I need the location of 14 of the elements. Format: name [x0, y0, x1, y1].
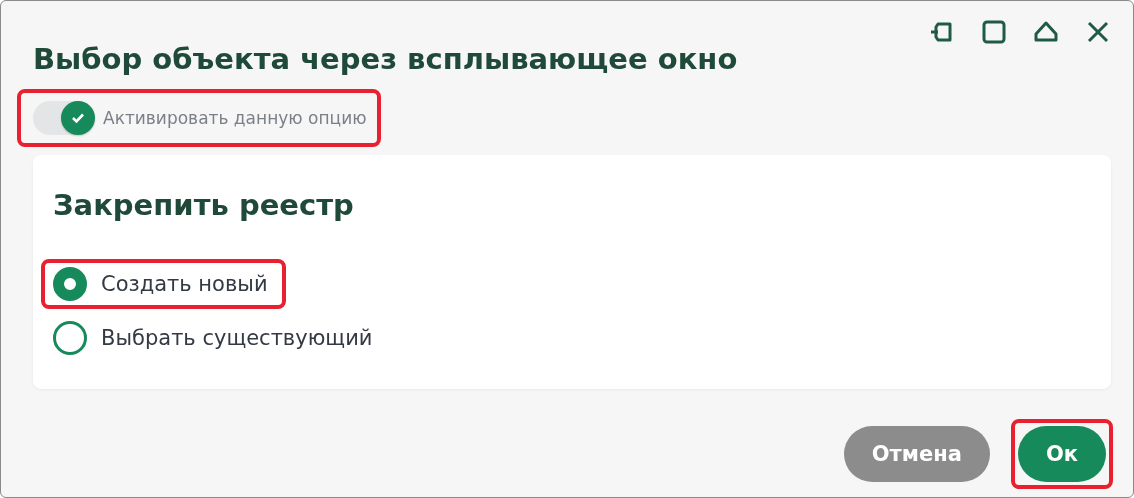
check-icon [71, 111, 85, 125]
collapse-icon[interactable] [1033, 19, 1059, 45]
ok-button[interactable]: Ок [1017, 426, 1106, 482]
radio-button[interactable] [53, 321, 87, 355]
option-label: Выбрать существующий [101, 326, 373, 350]
window-title: Выбор объекта через всплывающее окно [33, 41, 739, 78]
option-label: Создать новый [101, 272, 268, 296]
cancel-button[interactable]: Отмена [843, 426, 990, 482]
maximize-icon[interactable] [981, 19, 1007, 45]
toggle-switch[interactable] [33, 101, 95, 135]
card-title: Закрепить реестр [53, 187, 355, 224]
radio-button[interactable] [53, 267, 87, 301]
toggle-label: Активировать данную опцию [103, 108, 367, 128]
close-icon[interactable] [1085, 19, 1111, 45]
